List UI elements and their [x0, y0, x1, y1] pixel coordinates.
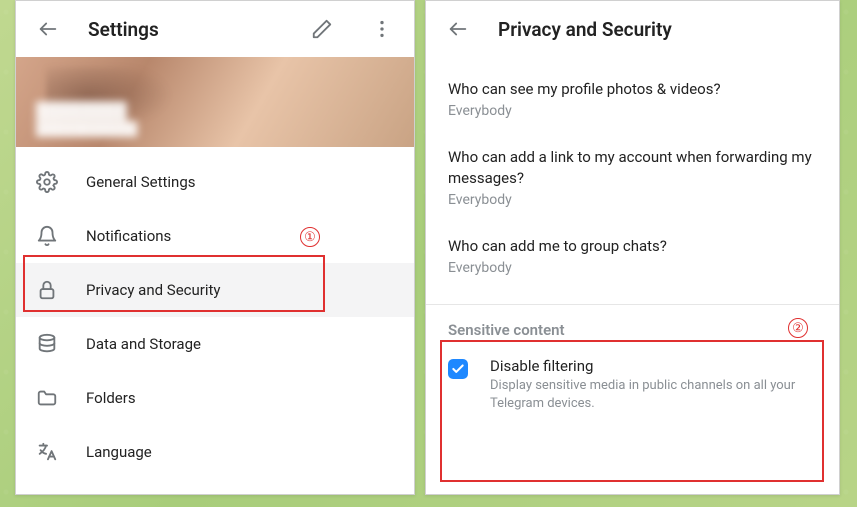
folder-icon	[36, 387, 58, 409]
more-vertical-icon	[371, 18, 393, 40]
section-sensitive-content: Sensitive content	[426, 305, 839, 345]
menu-label: Privacy and Security	[86, 281, 221, 299]
menu-item-data-storage[interactable]: Data and Storage	[16, 317, 414, 371]
bell-icon	[36, 225, 58, 247]
privacy-value: Everybody	[448, 192, 817, 208]
edit-button[interactable]	[302, 9, 342, 49]
disable-filtering-title: Disable filtering	[490, 357, 817, 375]
menu-label: Folders	[86, 389, 136, 407]
arrow-left-icon	[37, 18, 59, 40]
database-icon	[36, 333, 58, 355]
settings-panel: Settings ████████ ███████████ General Se…	[15, 0, 415, 495]
disable-filtering-text: Disable filtering Display sensitive medi…	[490, 357, 817, 412]
menu-item-folders[interactable]: Folders	[16, 371, 414, 425]
arrow-left-icon	[447, 18, 469, 40]
disable-filtering-checkbox[interactable]	[448, 359, 468, 379]
privacy-item-groups[interactable]: Who can add me to group chats? Everybody	[426, 222, 839, 290]
profile-text-blurred: ████████ ███████████	[36, 101, 137, 137]
settings-title: Settings	[88, 18, 282, 41]
privacy-options: Who can see my profile photos & videos? …	[426, 57, 839, 298]
privacy-question: Who can add me to group chats?	[448, 236, 817, 256]
pencil-icon	[311, 18, 333, 40]
menu-item-general-settings[interactable]: General Settings	[16, 155, 414, 209]
privacy-value: Everybody	[448, 103, 817, 119]
gear-icon	[36, 171, 58, 193]
menu-item-privacy-security[interactable]: Privacy and Security	[16, 263, 414, 317]
menu-label: Notifications	[86, 227, 171, 245]
privacy-item-photos[interactable]: Who can see my profile photos & videos? …	[426, 65, 839, 133]
privacy-header: Privacy and Security	[426, 1, 839, 57]
annotation-label-1: ①	[300, 227, 320, 247]
privacy-question: Who can see my profile photos & videos?	[448, 79, 817, 99]
back-button[interactable]	[438, 9, 478, 49]
lock-icon	[36, 279, 58, 301]
privacy-value: Everybody	[448, 260, 817, 276]
privacy-title: Privacy and Security	[498, 18, 827, 41]
menu-label: General Settings	[86, 173, 196, 191]
language-icon	[36, 441, 58, 463]
menu-label: Data and Storage	[86, 335, 201, 353]
privacy-panel: Privacy and Security Who can see my prof…	[425, 0, 840, 495]
more-button[interactable]	[362, 9, 402, 49]
menu-item-notifications[interactable]: Notifications	[16, 209, 414, 263]
check-icon	[451, 362, 465, 376]
disable-filtering-row[interactable]: Disable filtering Display sensitive medi…	[426, 345, 839, 430]
settings-menu: General Settings Notifications Privacy a…	[16, 147, 414, 479]
annotation-label-2: ②	[788, 318, 808, 338]
menu-item-language[interactable]: Language	[16, 425, 414, 479]
privacy-question: Who can add a link to my account when fo…	[448, 147, 817, 188]
disable-filtering-desc: Display sensitive media in public channe…	[490, 377, 817, 412]
privacy-item-forwarding[interactable]: Who can add a link to my account when fo…	[426, 133, 839, 222]
back-button[interactable]	[28, 9, 68, 49]
menu-label: Language	[86, 443, 152, 461]
profile-banner[interactable]: ████████ ███████████	[16, 57, 414, 147]
settings-header: Settings	[16, 1, 414, 57]
